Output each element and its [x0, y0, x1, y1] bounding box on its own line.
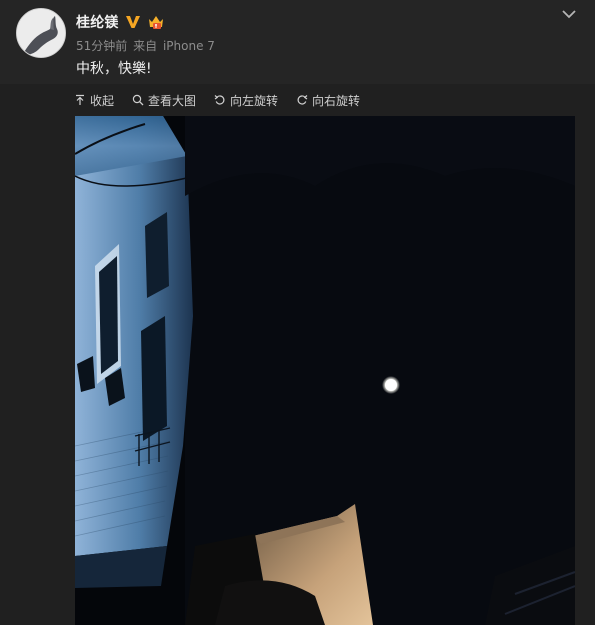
rotate-right-button[interactable]: 向右旋转 [296, 92, 360, 109]
collapse-label: 收起 [90, 93, 115, 108]
chevron-down-icon[interactable] [560, 6, 578, 20]
rotate-left-label: 向左旋转 [230, 93, 279, 108]
view-large-label: 查看大图 [148, 93, 197, 108]
rotate-left-icon [214, 95, 225, 105]
member-crown-icon[interactable] [147, 13, 165, 31]
post-time[interactable]: 51分钟前 [76, 39, 127, 53]
post-meta: 51分钟前 来自 iPhone 7 [76, 37, 217, 54]
night-moon-photo [75, 116, 575, 625]
post-source[interactable]: iPhone 7 [163, 39, 215, 53]
avatar-image [17, 9, 65, 57]
author-row: 桂纶镁 [76, 12, 165, 32]
post-text: 中秋，快樂! [76, 61, 152, 77]
source-prefix: 来自 [133, 39, 158, 53]
post-header: 桂纶镁 51分钟前 来自 iPhone 7 中秋，快樂! [0, 0, 595, 84]
view-large-button[interactable]: 查看大图 [132, 92, 196, 109]
rotate-right-label: 向右旋转 [312, 93, 361, 108]
collapse-up-icon [76, 94, 84, 105]
avatar[interactable] [16, 8, 66, 58]
verified-v-icon[interactable] [125, 14, 141, 30]
magnifier-icon [132, 94, 144, 106]
post-photo[interactable] [75, 116, 575, 625]
weibo-post-card: 桂纶镁 51分钟前 来自 iPhone 7 中秋，快樂! 收起 查看大图 向左旋… [0, 0, 595, 625]
collapse-button[interactable]: 收起 [74, 92, 114, 109]
image-toolbar: 收起 查看大图 向左旋转 向右旋转 [74, 90, 360, 110]
author-name[interactable]: 桂纶镁 [76, 12, 119, 32]
rotate-left-button[interactable]: 向左旋转 [214, 92, 278, 109]
rotate-right-icon [297, 95, 308, 105]
